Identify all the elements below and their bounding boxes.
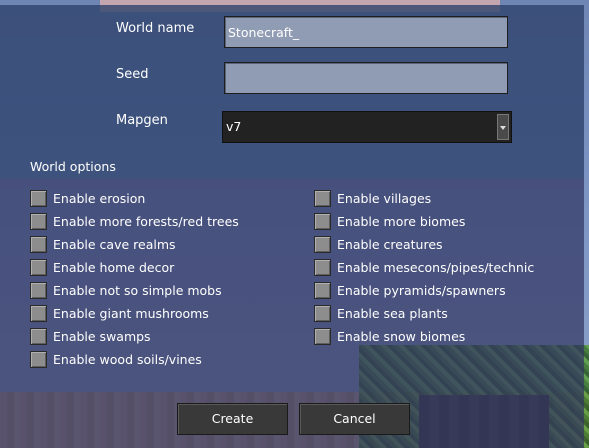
option-row[interactable]: Enable cave realms: [30, 235, 176, 253]
chevron-down-icon[interactable]: [497, 114, 509, 140]
option-row[interactable]: Enable villages: [314, 189, 431, 207]
option-row[interactable]: Enable pyramids/spawners: [314, 281, 506, 299]
option-row[interactable]: Enable mesecons/pipes/technic: [314, 258, 534, 276]
option-label: Enable wood soils/vines: [53, 351, 202, 367]
checkbox-unchecked-icon[interactable]: [30, 281, 47, 299]
option-label: Enable swamps: [53, 328, 151, 344]
option-row[interactable]: Enable home decor: [30, 258, 174, 276]
checkbox-unchecked-icon[interactable]: [314, 258, 331, 276]
checkbox-unchecked-icon[interactable]: [314, 281, 331, 299]
checkbox-unchecked-icon[interactable]: [30, 327, 47, 345]
option-label: Enable more biomes: [337, 213, 466, 229]
option-label: Enable more forests/red trees: [53, 213, 239, 229]
checkbox-unchecked-icon[interactable]: [30, 189, 47, 207]
world-name-label: World name: [116, 21, 195, 36]
world-name-input[interactable]: [224, 16, 508, 48]
checkbox-unchecked-icon[interactable]: [314, 304, 331, 322]
option-label: Enable home decor: [53, 259, 175, 275]
checkbox-unchecked-icon[interactable]: [314, 235, 331, 253]
option-row[interactable]: Enable more biomes: [314, 212, 465, 230]
cancel-button[interactable]: Cancel: [299, 403, 410, 435]
mapgen-select[interactable]: v7: [222, 111, 512, 143]
option-row[interactable]: Enable sea plants: [314, 304, 448, 322]
checkbox-unchecked-icon[interactable]: [30, 304, 47, 322]
checkbox-unchecked-icon[interactable]: [314, 212, 331, 230]
option-label: Enable giant mushrooms: [53, 305, 209, 321]
checkbox-unchecked-icon[interactable]: [30, 350, 47, 368]
option-label: Enable cave realms: [53, 236, 176, 252]
mapgen-label: Mapgen: [116, 113, 168, 128]
option-label: Enable mesecons/pipes/technic: [337, 259, 535, 275]
world-options-title: World options: [30, 159, 116, 174]
option-row[interactable]: Enable giant mushrooms: [30, 304, 209, 322]
option-label: Enable sea plants: [337, 305, 448, 321]
option-label: Enable snow biomes: [337, 328, 466, 344]
option-label: Enable erosion: [53, 190, 146, 206]
option-row[interactable]: Enable more forests/red trees: [30, 212, 239, 230]
seed-input[interactable]: [224, 62, 508, 94]
mapgen-selected-value: v7: [226, 119, 242, 134]
seed-label: Seed: [116, 67, 149, 82]
checkbox-unchecked-icon[interactable]: [30, 212, 47, 230]
option-row[interactable]: Enable not so simple mobs: [30, 281, 222, 299]
checkbox-unchecked-icon[interactable]: [314, 189, 331, 207]
option-row[interactable]: Enable wood soils/vines: [30, 350, 202, 368]
checkbox-unchecked-icon[interactable]: [30, 258, 47, 276]
option-label: Enable villages: [337, 190, 432, 206]
option-row[interactable]: Enable creatures: [314, 235, 443, 253]
option-row[interactable]: Enable erosion: [30, 189, 145, 207]
option-row[interactable]: Enable snow biomes: [314, 327, 465, 345]
option-label: Enable pyramids/spawners: [337, 282, 506, 298]
checkbox-unchecked-icon[interactable]: [314, 327, 331, 345]
checkbox-unchecked-icon[interactable]: [30, 235, 47, 253]
create-button[interactable]: Create: [177, 403, 288, 435]
option-label: Enable not so simple mobs: [53, 282, 222, 298]
option-row[interactable]: Enable swamps: [30, 327, 151, 345]
option-label: Enable creatures: [337, 236, 443, 252]
